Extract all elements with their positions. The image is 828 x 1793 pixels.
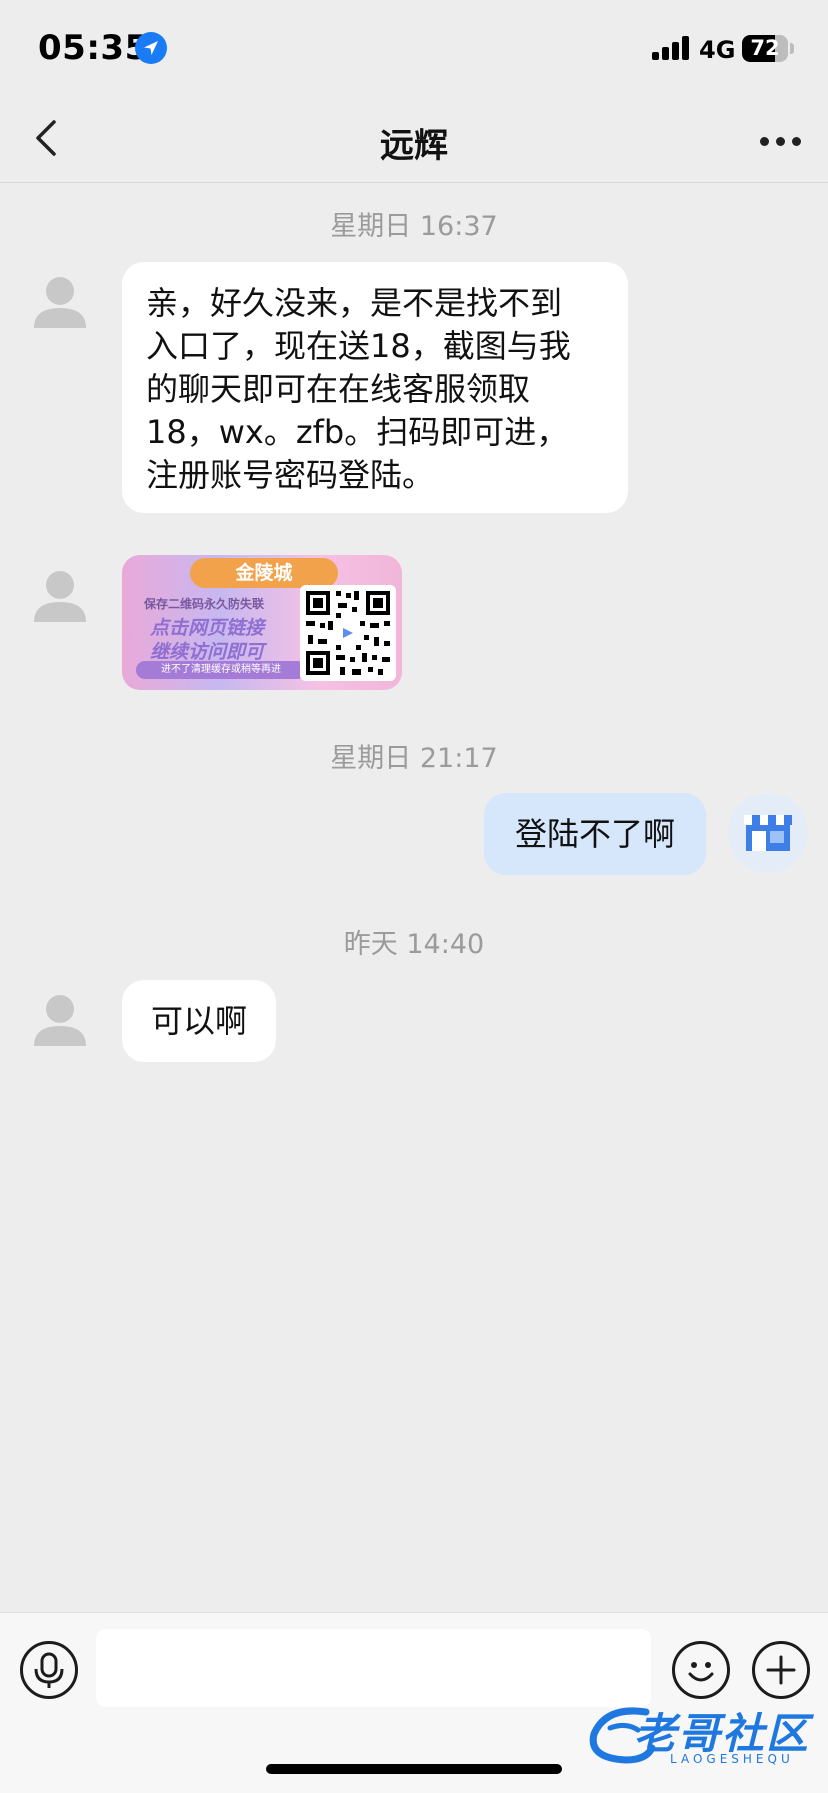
battery-cap bbox=[790, 43, 794, 54]
message-text-line: 注册账号密码登陆。 bbox=[146, 456, 435, 494]
location-arrow-icon bbox=[135, 32, 167, 64]
message-text-line: 18，wx。zfb。扫码即可进， bbox=[146, 413, 569, 451]
emoji-button[interactable] bbox=[672, 1641, 730, 1699]
message-bubble-incoming[interactable]: 亲，好久没来，是不是找不到 入口了，现在送18，截图与我 的聊天即可在在线客服领… bbox=[122, 262, 628, 513]
default-avatar-icon[interactable] bbox=[30, 566, 90, 626]
battery-percent: 72 bbox=[750, 36, 780, 60]
image-text: 保存二维码永久防失联 bbox=[144, 597, 265, 611]
shop-avatar-icon[interactable] bbox=[728, 793, 808, 873]
message-text: 登陆不了啊 bbox=[514, 815, 675, 853]
message-bubble-incoming[interactable]: 可以啊 bbox=[122, 980, 276, 1062]
watermark: 老哥社区 LAOGESHEQU bbox=[586, 1694, 816, 1774]
watermark-subtext: LAOGESHEQU bbox=[670, 1752, 794, 1766]
timestamp: 昨天 14:40 bbox=[343, 929, 485, 960]
microphone-icon bbox=[34, 1652, 64, 1688]
timestamp: 星期日 16:37 bbox=[330, 211, 498, 242]
battery-icon: 72 bbox=[742, 35, 788, 62]
image-banner: 金陵城 bbox=[190, 558, 338, 588]
image-text: 点击网页链接 bbox=[150, 617, 265, 639]
chat-header: 远辉 bbox=[0, 96, 828, 183]
message-input[interactable] bbox=[96, 1629, 651, 1707]
signal-icon bbox=[652, 36, 692, 60]
qr-code-icon bbox=[300, 585, 396, 681]
image-message[interactable]: 金陵城 保存二维码永久防失联 点击网页链接 继续访问即可 进不了清理缓存或稍等再… bbox=[122, 555, 402, 690]
message-bubble-outgoing[interactable]: 登陆不了啊 bbox=[484, 793, 706, 875]
more-dots-icon bbox=[760, 137, 769, 146]
message-text-line: 的聊天即可在在线客服领取 bbox=[146, 370, 531, 408]
home-indicator[interactable] bbox=[266, 1764, 562, 1774]
status-time: 05:35 bbox=[38, 28, 149, 68]
default-avatar-icon[interactable] bbox=[30, 272, 90, 332]
emoji-icon bbox=[688, 1662, 714, 1682]
network-type: 4G bbox=[699, 36, 736, 64]
voice-button[interactable] bbox=[20, 1641, 78, 1699]
timestamp: 星期日 21:17 bbox=[330, 743, 498, 774]
default-avatar-icon[interactable] bbox=[30, 990, 90, 1050]
image-text: 继续访问即可 bbox=[150, 641, 265, 663]
message-text: 可以啊 bbox=[150, 1002, 247, 1040]
chat-title: 远辉 bbox=[380, 126, 448, 166]
image-footer: 进不了清理缓存或稍等再进 bbox=[136, 661, 306, 679]
more-actions-button[interactable] bbox=[752, 1641, 810, 1699]
more-button[interactable] bbox=[756, 118, 806, 162]
status-bar: 05:35 4G 72 bbox=[0, 0, 828, 96]
message-text-line: 亲，好久没来，是不是找不到 bbox=[146, 284, 563, 322]
plus-icon bbox=[766, 1655, 796, 1685]
message-text-line: 入口了，现在送18，截图与我 bbox=[146, 327, 571, 365]
